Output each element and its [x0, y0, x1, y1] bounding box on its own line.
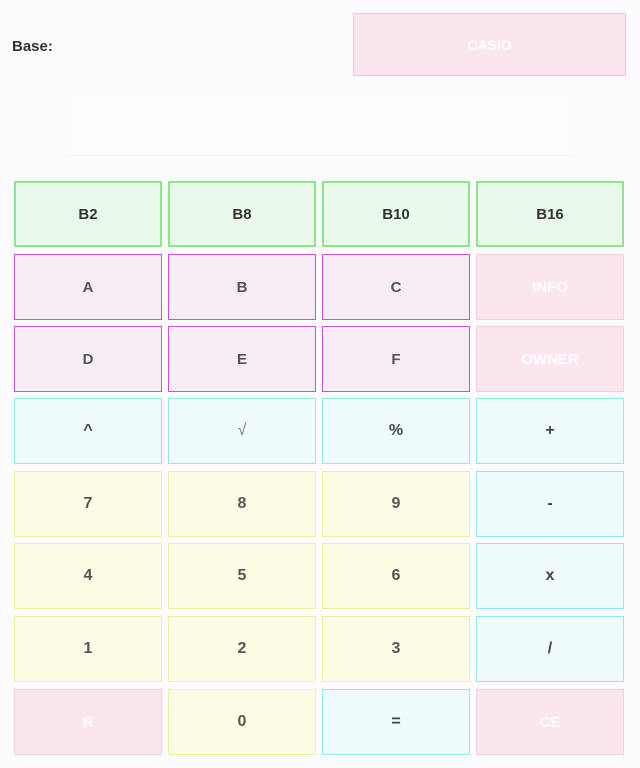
- owner-button[interactable]: OWNER: [476, 326, 624, 392]
- digit-4-button[interactable]: 4: [14, 543, 162, 609]
- hex-c-button[interactable]: C: [322, 254, 470, 320]
- calculator-display: [70, 94, 570, 156]
- base-label: Base:: [12, 38, 53, 55]
- digit-6-button[interactable]: 6: [322, 543, 470, 609]
- hex-e-button[interactable]: E: [168, 326, 316, 392]
- reset-button[interactable]: R: [14, 689, 162, 755]
- hex-b-button[interactable]: B: [168, 254, 316, 320]
- multiply-button[interactable]: x: [476, 543, 624, 609]
- info-button[interactable]: INFO: [476, 254, 624, 320]
- digit-5-button[interactable]: 5: [168, 543, 316, 609]
- hex-a-button[interactable]: A: [14, 254, 162, 320]
- casio-button[interactable]: CASIO: [353, 13, 626, 76]
- percent-button[interactable]: %: [322, 398, 470, 464]
- digit-2-button[interactable]: 2: [168, 616, 316, 682]
- digit-8-button[interactable]: 8: [168, 471, 316, 537]
- digit-7-button[interactable]: 7: [14, 471, 162, 537]
- digit-9-button[interactable]: 9: [322, 471, 470, 537]
- sqrt-button[interactable]: √: [168, 398, 316, 464]
- equals-button[interactable]: =: [322, 689, 470, 755]
- digit-3-button[interactable]: 3: [322, 616, 470, 682]
- hex-f-button[interactable]: F: [322, 326, 470, 392]
- base-b10-button[interactable]: B10: [322, 181, 470, 247]
- base-b16-button[interactable]: B16: [476, 181, 624, 247]
- digit-1-button[interactable]: 1: [14, 616, 162, 682]
- minus-button[interactable]: -: [476, 471, 624, 537]
- plus-button[interactable]: +: [476, 398, 624, 464]
- clear-entry-button[interactable]: CE: [476, 689, 624, 755]
- base-b2-button[interactable]: B2: [14, 181, 162, 247]
- power-button[interactable]: ^: [14, 398, 162, 464]
- base-b8-button[interactable]: B8: [168, 181, 316, 247]
- divide-button[interactable]: /: [476, 616, 624, 682]
- digit-0-button[interactable]: 0: [168, 689, 316, 755]
- hex-d-button[interactable]: D: [14, 326, 162, 392]
